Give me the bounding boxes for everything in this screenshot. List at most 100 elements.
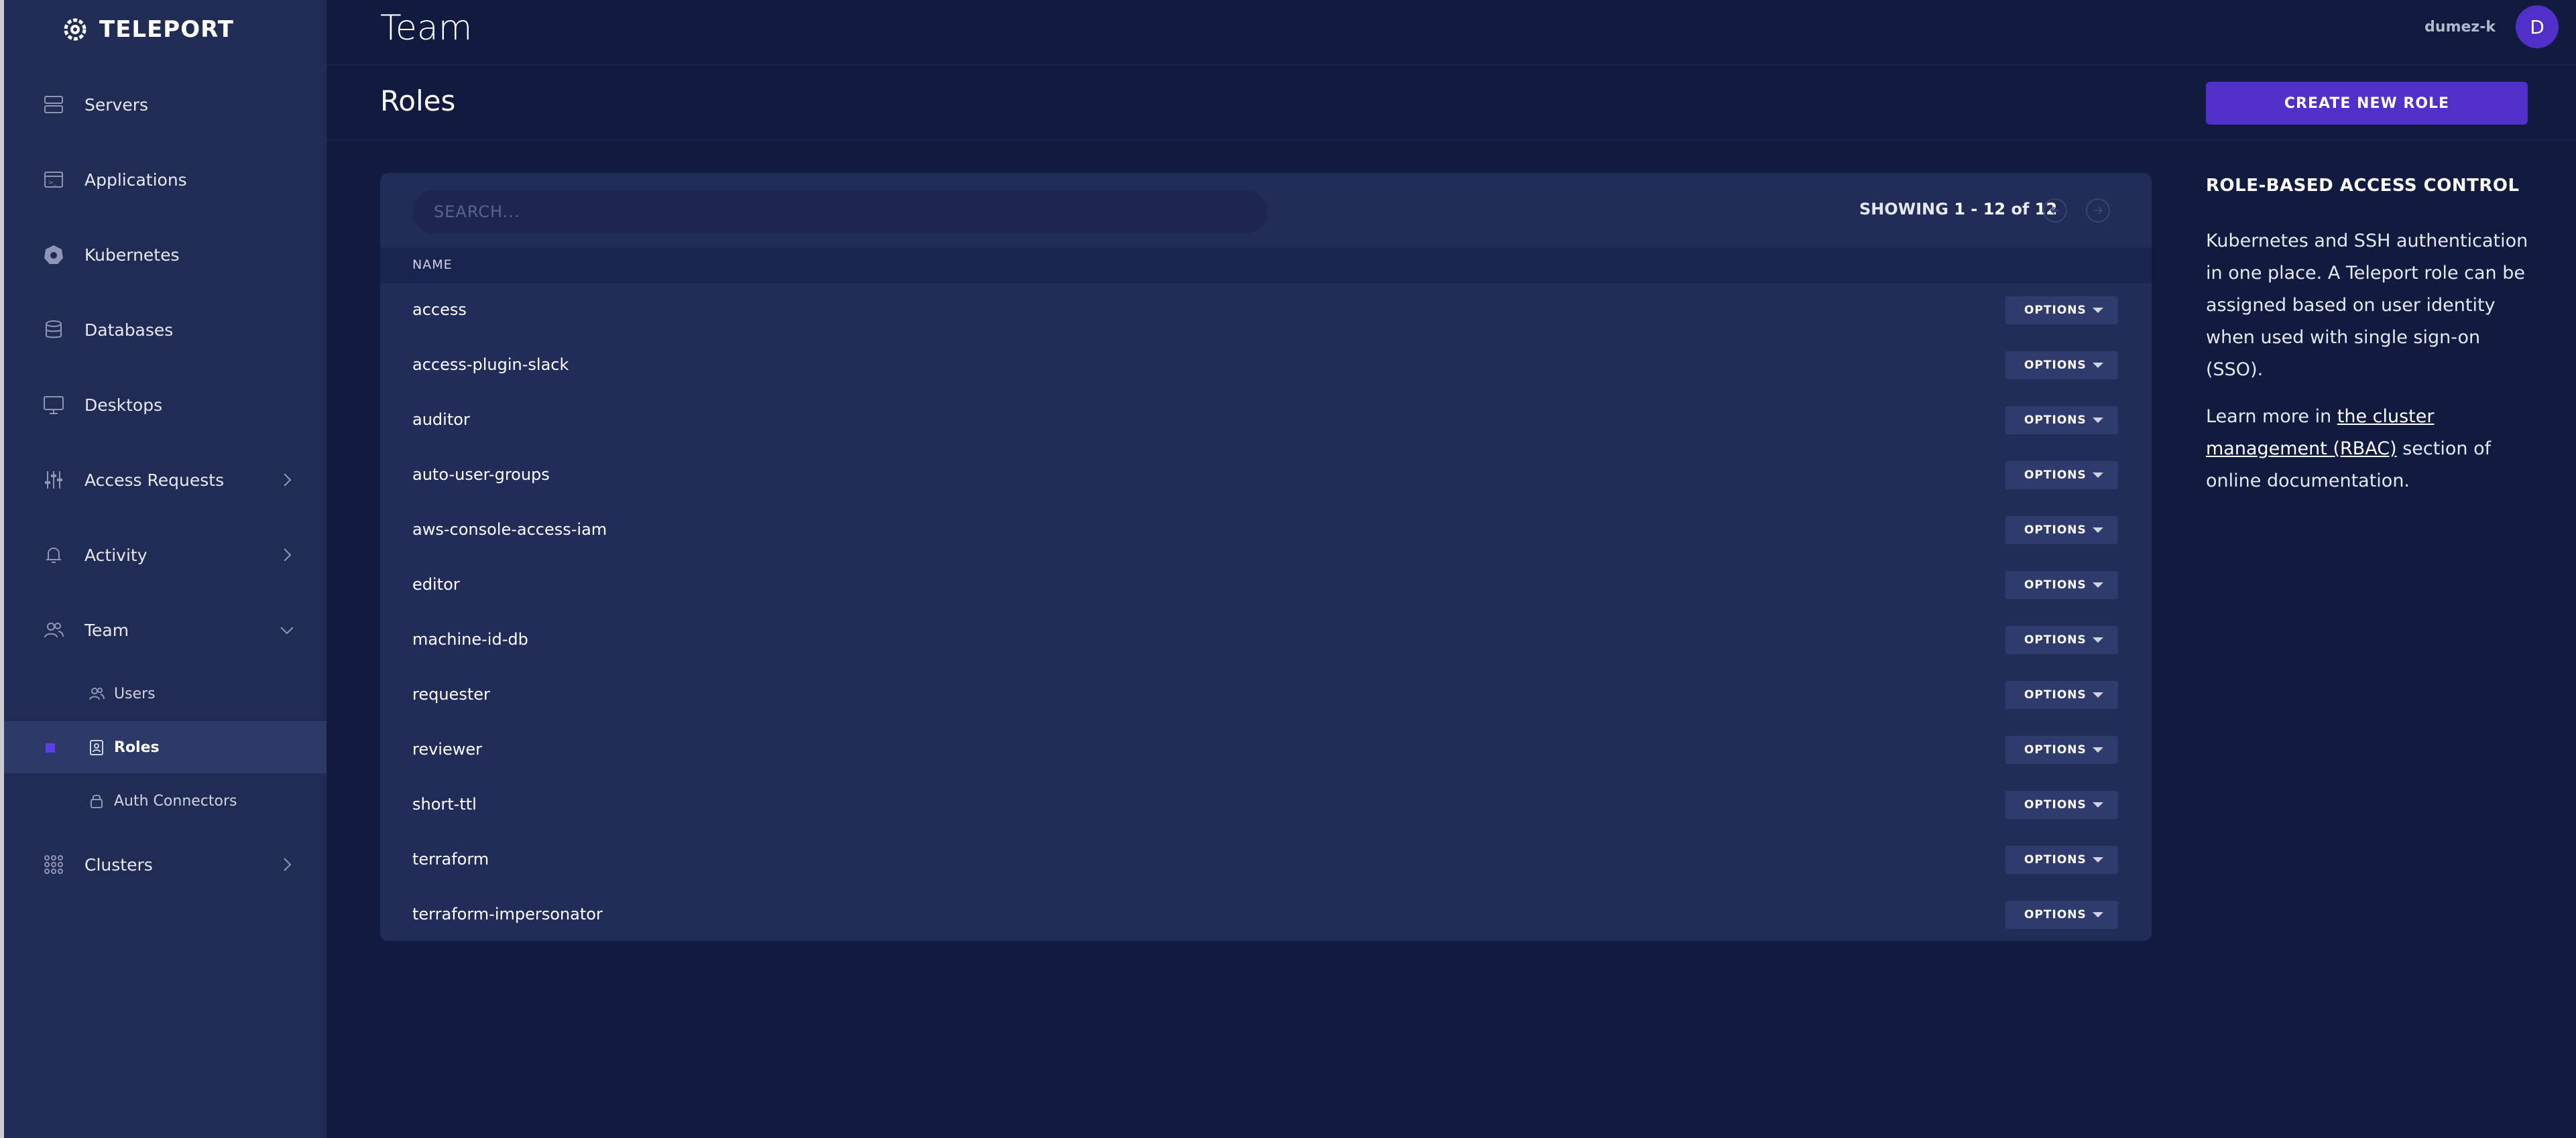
table-row: aws-console-access-iam OPTIONS <box>380 503 2152 559</box>
sidebar-subitem-roles[interactable]: Roles <box>4 721 327 773</box>
chevron-right-icon <box>284 858 292 871</box>
table-row: editor OPTIONS <box>380 558 2152 614</box>
sidebar-item-clusters[interactable]: Clusters <box>4 844 327 885</box>
sidebar-subitem-label: Users <box>114 685 156 702</box>
role-name: machine-id-db <box>412 630 528 649</box>
search-input[interactable] <box>412 190 1268 233</box>
sidebar-item-activity[interactable]: Activity <box>4 535 327 575</box>
showing-prefix: SHOWING <box>1859 200 1954 218</box>
active-indicator <box>46 743 55 753</box>
table-row: short-ttl OPTIONS <box>380 777 2152 834</box>
badge-icon <box>90 740 103 755</box>
arrow-left-icon <box>2050 206 2059 214</box>
caret-down-icon <box>2093 747 2103 753</box>
kubernetes-icon <box>44 245 63 264</box>
column-header-name[interactable]: NAME <box>412 257 453 272</box>
role-name: access-plugin-slack <box>412 355 569 374</box>
table-row: terraform-impersonator OPTIONS <box>380 887 2152 941</box>
info-learn-more: Learn more in the cluster management (RB… <box>2206 401 2541 497</box>
teleport-logo-icon <box>64 18 86 41</box>
bell-icon <box>46 547 61 563</box>
database-icon <box>46 320 62 338</box>
options-label: OPTIONS <box>2024 853 2087 867</box>
table-header: NAME <box>380 248 2152 283</box>
logo[interactable]: TELEPORT <box>60 13 234 46</box>
options-label: OPTIONS <box>2024 414 2087 427</box>
lock-icon <box>91 794 103 808</box>
role-name: editor <box>412 575 460 594</box>
options-button[interactable]: OPTIONS <box>2005 461 2118 489</box>
options-button[interactable]: OPTIONS <box>2005 681 2118 709</box>
info-panel: ROLE-BASED ACCESS CONTROL Kubernetes and… <box>2206 176 2541 497</box>
options-button[interactable]: OPTIONS <box>2005 846 2118 874</box>
showing-of: of <box>2005 200 2035 218</box>
options-label: OPTIONS <box>2024 743 2087 757</box>
sidebar-item-label: Applications <box>84 170 187 190</box>
sidebar-subitem-auth-connectors[interactable]: Auth Connectors <box>4 775 327 827</box>
avatar[interactable]: D <box>2516 5 2559 48</box>
options-button[interactable]: OPTIONS <box>2005 351 2118 379</box>
options-button[interactable]: OPTIONS <box>2005 901 2118 929</box>
sidebar-item-servers[interactable]: Servers <box>4 84 327 125</box>
info-heading: ROLE-BASED ACCESS CONTROL <box>2206 176 2520 196</box>
username[interactable]: dumez-k <box>2424 19 2496 36</box>
create-new-role-button[interactable]: CREATE NEW ROLE <box>2206 82 2528 125</box>
sidebar-item-label: Access Requests <box>84 470 225 490</box>
sidebar-item-applications[interactable]: >_ Applications <box>4 160 327 200</box>
sidebar-item-label: Databases <box>84 320 174 340</box>
options-button[interactable]: OPTIONS <box>2005 296 2118 324</box>
arrow-right-icon <box>2094 206 2103 214</box>
sidebar-item-kubernetes[interactable]: Kubernetes <box>4 235 327 275</box>
table-row: auto-user-groups OPTIONS <box>380 448 2152 504</box>
table-row: machine-id-db OPTIONS <box>380 613 2152 669</box>
table-row: terraform OPTIONS <box>380 832 2152 889</box>
table-row: requester OPTIONS <box>380 668 2152 724</box>
caret-down-icon <box>2093 472 2103 478</box>
options-label: OPTIONS <box>2024 798 2087 812</box>
options-button[interactable]: OPTIONS <box>2005 571 2118 599</box>
options-label: OPTIONS <box>2024 468 2087 482</box>
role-name: terraform <box>412 850 489 869</box>
options-button[interactable]: OPTIONS <box>2005 626 2118 654</box>
pagination-summary: SHOWING 1 - 12 of 12 <box>1859 200 2057 218</box>
svg-text:>_: >_ <box>48 180 57 186</box>
sidebar-item-desktops[interactable]: Desktops <box>4 385 327 425</box>
chevron-right-icon <box>284 473 292 487</box>
chevron-down-icon <box>280 627 294 635</box>
caret-down-icon <box>2093 418 2103 423</box>
options-label: OPTIONS <box>2024 523 2087 537</box>
sidebar-item-team[interactable]: Team <box>4 610 327 650</box>
sidebar-item-label: Kubernetes <box>84 245 180 265</box>
options-button[interactable]: OPTIONS <box>2005 736 2118 764</box>
users-icon <box>44 623 64 638</box>
caret-down-icon <box>2093 857 2103 863</box>
section-title: Roles <box>380 84 456 117</box>
grid-icon <box>44 855 63 874</box>
sidebar-subitem-users[interactable]: Users <box>4 668 327 720</box>
sidebar-item-label: Desktops <box>84 395 163 415</box>
brand-name: TELEPORT <box>99 16 234 43</box>
caret-down-icon <box>2093 802 2103 808</box>
users-icon <box>89 688 105 700</box>
sidebar-item-label: Activity <box>84 545 148 565</box>
sidebar-item-databases[interactable]: Databases <box>4 310 327 350</box>
options-label: OPTIONS <box>2024 908 2087 922</box>
learn-more-text: Learn more in <box>2206 406 2337 427</box>
info-paragraph: Kubernetes and SSH authentication in one… <box>2206 231 2528 380</box>
table-row: auditor OPTIONS <box>380 393 2152 449</box>
options-button[interactable]: OPTIONS <box>2005 791 2118 819</box>
caret-down-icon <box>2093 582 2103 588</box>
options-label: OPTIONS <box>2024 633 2087 647</box>
caret-down-icon <box>2093 363 2103 368</box>
role-name: requester <box>412 685 490 704</box>
options-button[interactable]: OPTIONS <box>2005 516 2118 544</box>
options-button[interactable]: OPTIONS <box>2005 406 2118 434</box>
sidebar-subitem-label: Roles <box>114 739 160 756</box>
next-page-button[interactable] <box>2086 198 2110 223</box>
sidebar-subitem-label: Auth Connectors <box>114 792 237 810</box>
sidebar-item-access-requests[interactable]: Access Requests <box>4 460 327 500</box>
role-name: aws-console-access-iam <box>412 520 607 539</box>
prev-page-button[interactable] <box>2043 198 2067 223</box>
options-label: OPTIONS <box>2024 304 2087 317</box>
table-row: access-plugin-slack OPTIONS <box>380 338 2152 394</box>
